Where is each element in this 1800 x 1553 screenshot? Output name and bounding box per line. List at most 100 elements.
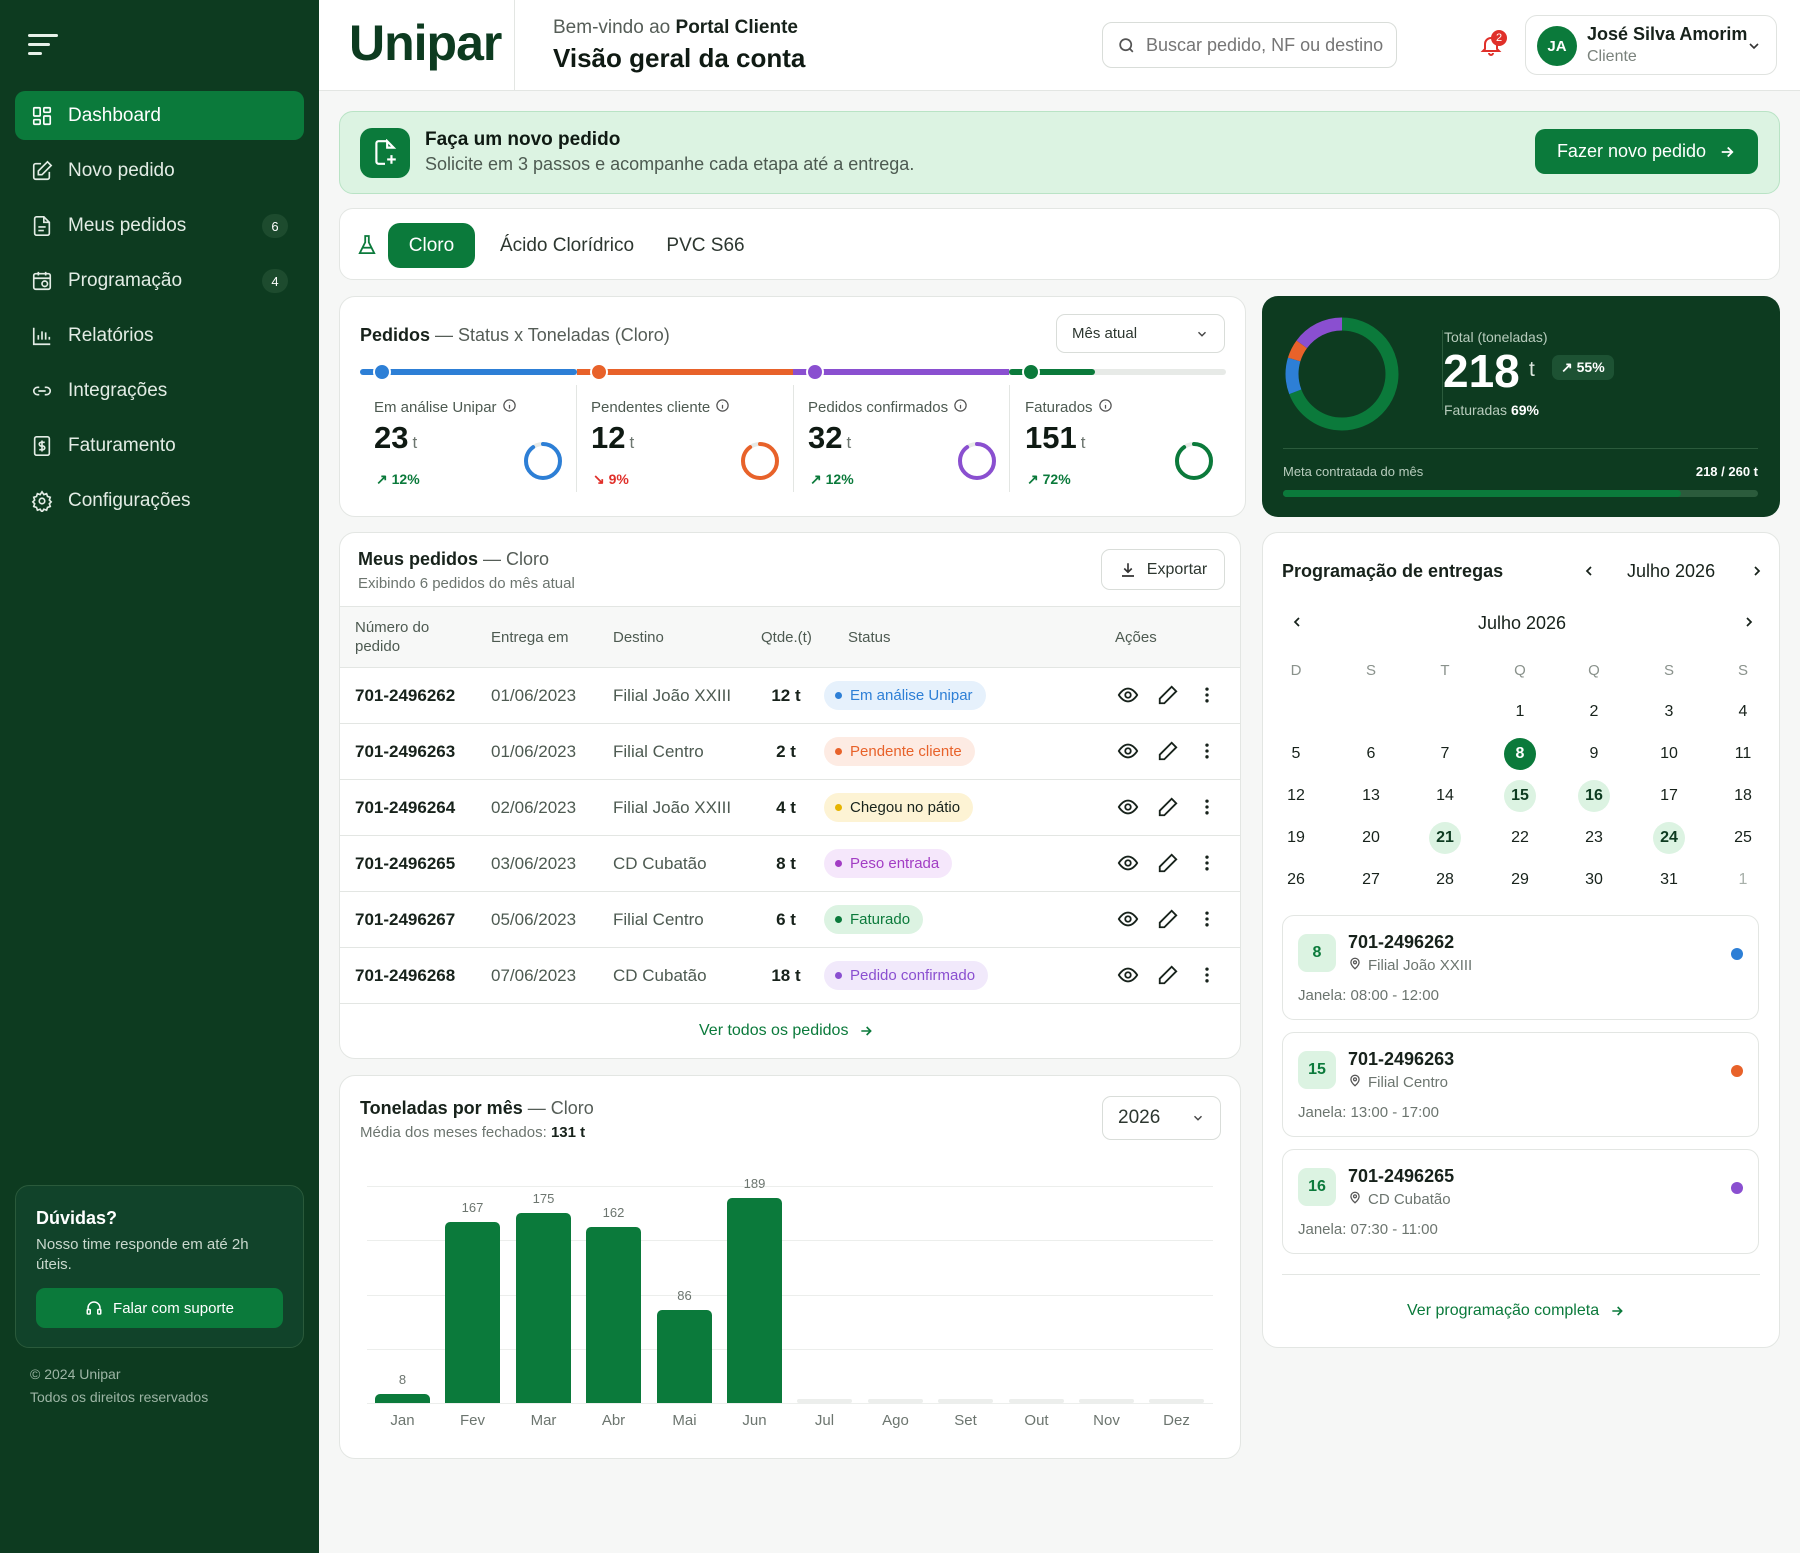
calendar-day[interactable]: 20	[1355, 822, 1387, 854]
menu-icon[interactable]	[28, 30, 60, 60]
table-row[interactable]: 701-2496265 03/06/2023 CD Cubatão 8 t Peso e…	[340, 836, 1240, 892]
calendar-day[interactable]: 27	[1355, 864, 1387, 896]
sidebar-item-relatorios[interactable]: Relatórios	[15, 311, 304, 360]
period-select[interactable]: Mês atual	[1056, 314, 1225, 353]
order-number[interactable]: 701-2496263	[355, 742, 455, 762]
year-select[interactable]: 2026	[1102, 1096, 1221, 1140]
calendar-day[interactable]: 11	[1727, 738, 1759, 770]
view-schedule-link[interactable]: Ver programação completa	[1407, 1302, 1625, 1320]
calendar-day[interactable]: 15	[1504, 780, 1536, 812]
sidebar-item-dashboard[interactable]: Dashboard	[15, 91, 304, 140]
calendar-day[interactable]: 31	[1653, 864, 1685, 896]
calendar-day[interactable]: 9	[1578, 738, 1610, 770]
calendar-day[interactable]: 1	[1504, 696, 1536, 728]
calendar-day[interactable]: 5	[1280, 738, 1312, 770]
eye-icon[interactable]	[1117, 684, 1139, 706]
table-row[interactable]: 701-2496268 07/06/2023 CD Cubatão 18 t Pedid…	[340, 948, 1240, 1004]
calendar-day[interactable]: 28	[1429, 864, 1461, 896]
export-button[interactable]: Exportar	[1101, 549, 1225, 590]
tab-pvc-s66[interactable]: PVC S66	[658, 223, 753, 268]
calendar-day[interactable]: 7	[1429, 738, 1461, 770]
calendar-day[interactable]: 1	[1727, 864, 1759, 896]
sidebar-item-configuracoes[interactable]: Configurações	[15, 476, 304, 525]
calendar-day[interactable]: 29	[1504, 864, 1536, 896]
info-icon[interactable]	[715, 398, 730, 417]
bar-mar[interactable]	[516, 1213, 571, 1403]
eye-icon[interactable]	[1117, 964, 1139, 986]
more-vertical-icon[interactable]	[1197, 740, 1217, 762]
search-box[interactable]	[1102, 22, 1397, 68]
support-button[interactable]: Falar com suporte	[36, 1288, 283, 1328]
delivery-card[interactable]: 16 701-2496265 CD Cubatão Janela: 07:30 - 1…	[1282, 1149, 1759, 1254]
bar-jun[interactable]	[727, 1198, 782, 1403]
eye-icon[interactable]	[1117, 740, 1139, 762]
calendar-day[interactable]: 16	[1578, 780, 1610, 812]
calendar-day[interactable]: 2	[1578, 696, 1610, 728]
more-vertical-icon[interactable]	[1197, 852, 1217, 874]
table-row[interactable]: 701-2496267 05/06/2023 Filial Centro 6 t Fat…	[340, 892, 1240, 948]
calendar-day[interactable]: 19	[1280, 822, 1312, 854]
sidebar-item-novo-pedido[interactable]: Novo pedido	[15, 146, 304, 195]
calendar-day[interactable]: 24	[1653, 822, 1685, 854]
logo[interactable]: Unipar	[349, 14, 502, 72]
order-number[interactable]: 701-2496265	[355, 854, 455, 874]
chevron-right-icon[interactable]	[1749, 563, 1765, 579]
more-vertical-icon[interactable]	[1197, 964, 1217, 986]
pencil-icon[interactable]	[1157, 964, 1179, 986]
info-icon[interactable]	[1098, 398, 1113, 417]
more-vertical-icon[interactable]	[1197, 908, 1217, 930]
chevron-left-icon[interactable]	[1581, 563, 1597, 579]
calendar-day[interactable]: 6	[1355, 738, 1387, 770]
eye-icon[interactable]	[1117, 852, 1139, 874]
calendar-day[interactable]: 10	[1653, 738, 1685, 770]
pencil-icon[interactable]	[1157, 908, 1179, 930]
sidebar-item-meus-pedidos[interactable]: Meus pedidos 6	[15, 201, 304, 250]
bar-mai[interactable]	[657, 1310, 712, 1403]
info-icon[interactable]	[953, 398, 968, 417]
calendar-day[interactable]: 4	[1727, 696, 1759, 728]
calendar-day[interactable]: 8	[1504, 738, 1536, 770]
tab-cloro[interactable]: Cloro	[388, 223, 475, 268]
pencil-icon[interactable]	[1157, 684, 1179, 706]
order-number[interactable]: 701-2496264	[355, 798, 455, 818]
table-row[interactable]: 701-2496262 01/06/2023 Filial João XXIII 12…	[340, 668, 1240, 724]
calendar-day[interactable]: 3	[1653, 696, 1685, 728]
calendar-day[interactable]: 21	[1429, 822, 1461, 854]
order-number[interactable]: 701-2496268	[355, 966, 455, 986]
bar-fev[interactable]	[445, 1222, 500, 1403]
order-number[interactable]: 701-2496262	[355, 686, 455, 706]
calendar-day[interactable]: 23	[1578, 822, 1610, 854]
new-order-button[interactable]: Fazer novo pedido	[1535, 129, 1758, 174]
more-vertical-icon[interactable]	[1197, 796, 1217, 818]
sidebar-item-programacao[interactable]: Programação 4	[15, 256, 304, 305]
pencil-icon[interactable]	[1157, 796, 1179, 818]
search-input[interactable]	[1146, 34, 1386, 56]
delivery-card[interactable]: 15 701-2496263 Filial Centro Janela: 13:00 …	[1282, 1032, 1759, 1137]
calendar-day[interactable]: 12	[1280, 780, 1312, 812]
calendar-day[interactable]: 14	[1429, 780, 1461, 812]
calendar-day[interactable]: 18	[1727, 780, 1759, 812]
delivery-card[interactable]: 8 701-2496262 Filial João XXIII Janela: 08:…	[1282, 915, 1759, 1020]
sidebar-item-faturamento[interactable]: Faturamento	[15, 421, 304, 470]
calendar-day[interactable]: 26	[1280, 864, 1312, 896]
calendar-day[interactable]: 25	[1727, 822, 1759, 854]
calendar-day[interactable]: 22	[1504, 822, 1536, 854]
table-row[interactable]: 701-2496263 01/06/2023 Filial Centro 2 t Pen…	[340, 724, 1240, 780]
sidebar-item-integracoes[interactable]: Integrações	[15, 366, 304, 415]
eye-icon[interactable]	[1117, 908, 1139, 930]
chevron-right-icon[interactable]	[1741, 614, 1757, 630]
info-icon[interactable]	[502, 398, 517, 417]
table-row[interactable]: 701-2496264 02/06/2023 Filial João XXIII 4 …	[340, 780, 1240, 836]
pencil-icon[interactable]	[1157, 852, 1179, 874]
order-number[interactable]: 701-2496267	[355, 910, 455, 930]
user-menu[interactable]: JA José Silva Amorim Cliente	[1525, 15, 1777, 75]
calendar-day[interactable]: 30	[1578, 864, 1610, 896]
calendar-day[interactable]: 13	[1355, 780, 1387, 812]
eye-icon[interactable]	[1117, 796, 1139, 818]
calendar-day[interactable]: 17	[1653, 780, 1685, 812]
tab-acido-cloridrico[interactable]: Ácido Clorídrico	[492, 223, 642, 268]
more-vertical-icon[interactable]	[1197, 684, 1217, 706]
view-all-orders-link[interactable]: Ver todos os pedidos	[699, 1022, 874, 1040]
bar-abr[interactable]	[586, 1227, 641, 1403]
bar-jan[interactable]	[375, 1394, 430, 1403]
